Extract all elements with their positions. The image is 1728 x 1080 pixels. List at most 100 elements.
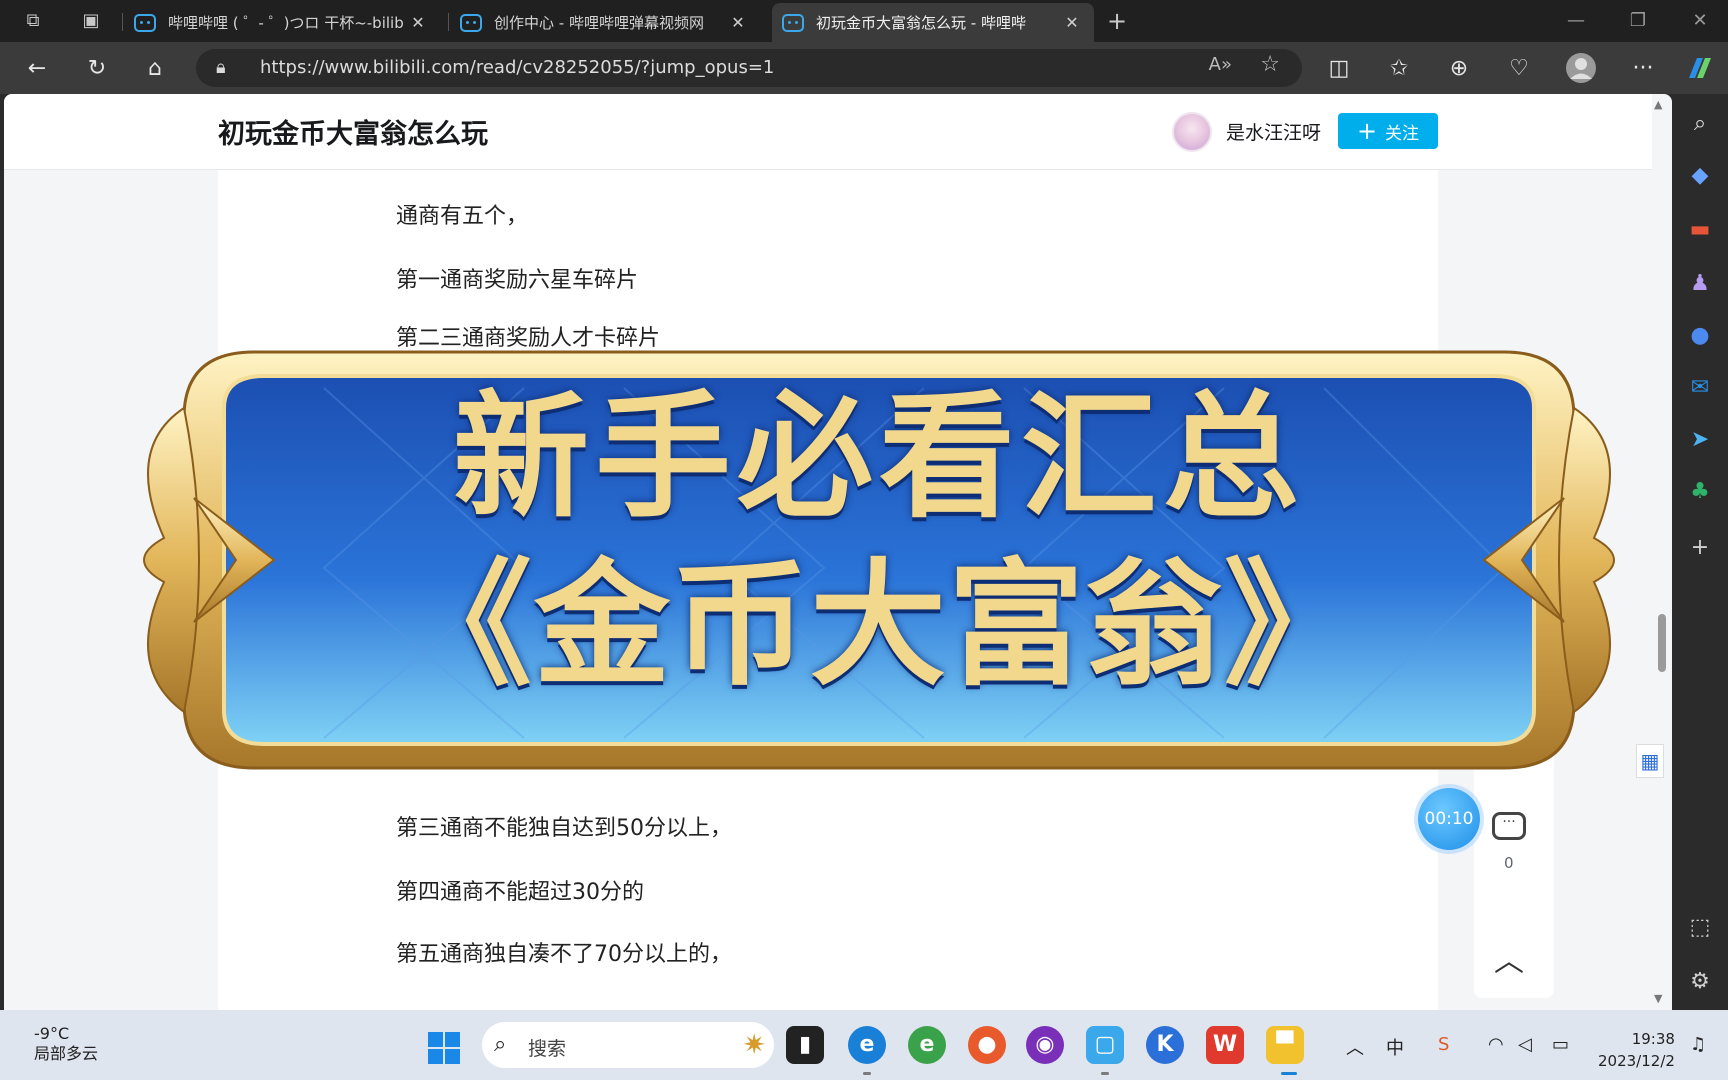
- qr-code-icon[interactable]: ▦: [1636, 744, 1664, 778]
- scroll-down-arrow[interactable]: ▼: [1654, 992, 1662, 1005]
- bilibili-tv-icon: [460, 13, 482, 32]
- close-icon[interactable]: ✕: [1060, 13, 1084, 32]
- windows-taskbar: -9°C 局部多云 ⌕ 搜索 ✷ ▮ e e ● ◉ ▢ K W ▀ ︿ 中 S…: [0, 1010, 1728, 1080]
- split-screen-icon[interactable]: ◫: [1322, 52, 1356, 86]
- tab-divider: [122, 13, 123, 31]
- home-icon[interactable]: ⌂: [138, 52, 172, 86]
- banner-line-1: 新手必看汇总: [453, 377, 1305, 537]
- back-icon[interactable]: ←: [20, 52, 54, 86]
- copilot-icon[interactable]: [1682, 52, 1716, 86]
- clock[interactable]: 19:38 2023/12/2: [1598, 1028, 1675, 1072]
- search-highlight-icon: ✷: [742, 1028, 766, 1061]
- tools-icon[interactable]: ▬: [1684, 214, 1716, 246]
- scroll-up-arrow[interactable]: ▲: [1654, 98, 1662, 111]
- paragraph: 第一通商奖励六星车碎片: [396, 268, 639, 293]
- microsoft-365-icon[interactable]: ●: [1684, 320, 1716, 352]
- taskbar-search[interactable]: ⌕ 搜索 ✷: [482, 1022, 774, 1068]
- battery-icon[interactable]: ▭: [1552, 1034, 1569, 1055]
- file-explorer-icon[interactable]: ▀: [1266, 1026, 1304, 1064]
- browser-essentials-icon[interactable]: ♡: [1502, 52, 1536, 86]
- bilibili-app-icon[interactable]: ▢: [1086, 1026, 1124, 1064]
- tab-creator-center[interactable]: 创作中心 - 哔哩哔哩弹幕视频网 ✕: [450, 3, 760, 42]
- edge-sidebar: ⌕ ◆ ▬ ♟ ● ✉ ➤ ♣ + ⬚ ⚙: [1672, 94, 1728, 1010]
- paragraph: 第四通商不能超过30分的: [396, 880, 644, 905]
- edge-browser-icon[interactable]: e: [848, 1026, 886, 1064]
- close-icon[interactable]: ✕: [726, 13, 750, 32]
- url-text[interactable]: https://www.bilibili.com/read/cv28252055…: [260, 49, 774, 87]
- bilibili-tv-icon: [782, 13, 804, 32]
- running-indicator: [1101, 1072, 1109, 1075]
- task-view-icon[interactable]: ▮: [786, 1026, 824, 1064]
- browser-tab-strip: ⧉ ▣ 哔哩哔哩 ( ゜- ゜)つロ 干杯~-bilib ✕ 创作中心 - 哔哩…: [0, 0, 1728, 42]
- minimize-icon[interactable]: —: [1556, 6, 1596, 36]
- plus-icon: +: [1356, 117, 1378, 145]
- workspaces-icon[interactable]: ⧉: [20, 8, 46, 34]
- article-title: 初玩金币大富翁怎么玩: [218, 119, 488, 150]
- chevron-up-icon[interactable]: ︿: [1346, 1034, 1364, 1060]
- ime-indicator[interactable]: 中: [1386, 1034, 1404, 1060]
- wifi-icon[interactable]: ◠: [1488, 1034, 1504, 1055]
- mask-app-icon[interactable]: ◉: [1026, 1026, 1064, 1064]
- tab-title: 初玩金币大富翁怎么玩 - 哔哩哔: [816, 14, 1026, 32]
- comment-icon[interactable]: ···: [1492, 812, 1526, 840]
- lock-icon[interactable]: 🔒︎: [216, 57, 226, 78]
- volume-icon[interactable]: ◁: [1518, 1034, 1532, 1055]
- restore-icon[interactable]: ❐: [1618, 6, 1658, 36]
- sogou-icon[interactable]: S: [1438, 1034, 1449, 1055]
- comment-count: 0: [1504, 854, 1514, 872]
- timer-badge[interactable]: 00:10: [1418, 788, 1480, 850]
- temperature: -9°C: [34, 1024, 70, 1043]
- search-icon: ⌕: [494, 1032, 507, 1057]
- search-placeholder: 搜索: [528, 1038, 567, 1060]
- author-name[interactable]: 是水汪汪呀: [1226, 118, 1321, 145]
- outlook-icon[interactable]: ✉: [1684, 372, 1716, 404]
- favorites-icon[interactable]: ✩: [1382, 52, 1416, 86]
- running-indicator: [1281, 1072, 1297, 1075]
- follow-label: 关注: [1385, 123, 1420, 144]
- read-aloud-icon[interactable]: A»: [1209, 54, 1232, 75]
- tab-actions-icon[interactable]: ▣: [78, 8, 104, 34]
- tab-divider: [448, 13, 449, 31]
- collections-icon[interactable]: ⊕: [1442, 52, 1476, 86]
- window-close-icon[interactable]: ✕: [1680, 6, 1720, 36]
- scrollbar-thumb[interactable]: [1658, 614, 1666, 672]
- bilibili-tv-icon: [134, 13, 156, 32]
- refresh-icon[interactable]: ↻: [80, 52, 114, 86]
- time: 19:38: [1631, 1030, 1675, 1048]
- favorite-star-icon[interactable]: ☆: [1260, 52, 1280, 77]
- k-app-icon[interactable]: K: [1146, 1026, 1184, 1064]
- running-indicator: [863, 1072, 871, 1075]
- telegram-icon[interactable]: ➤: [1684, 424, 1716, 456]
- avatar[interactable]: [1172, 112, 1212, 152]
- follow-button[interactable]: + 关注: [1338, 113, 1438, 149]
- ie-browser-icon[interactable]: e: [908, 1026, 946, 1064]
- tab-bilibili-home[interactable]: 哔哩哔哩 ( ゜- ゜)つロ 干杯~-bilib ✕: [124, 3, 440, 42]
- banner-line-2: 《金币大富翁》: [396, 545, 1362, 705]
- close-icon[interactable]: ✕: [406, 13, 430, 32]
- article-header: 初玩金币大富翁怎么玩 是水汪汪呀 + 关注: [4, 94, 1652, 170]
- games-icon[interactable]: ♟: [1684, 268, 1716, 300]
- settings-icon[interactable]: ⚙: [1684, 966, 1716, 998]
- paragraph: 通商有五个，: [396, 204, 529, 229]
- windows-start-icon[interactable]: [428, 1032, 460, 1064]
- tab-article-active[interactable]: 初玩金币大富翁怎么玩 - 哔哩哔 ✕: [772, 3, 1094, 42]
- screenshot-icon[interactable]: ⬚: [1684, 912, 1716, 944]
- browser-toolbar: ← ↻ ⌂ 🔒︎ https://www.bilibili.com/read/c…: [0, 42, 1728, 94]
- notification-bell-icon[interactable]: ♫: [1690, 1034, 1706, 1055]
- wps-icon[interactable]: W: [1206, 1026, 1244, 1064]
- address-bar[interactable]: 🔒︎ https://www.bilibili.com/read/cv28252…: [196, 49, 1302, 87]
- title-banner-overlay: 新手必看汇总 《金币大富翁》: [124, 348, 1634, 772]
- tree-icon[interactable]: ♣: [1684, 476, 1716, 508]
- new-tab-button[interactable]: +: [1104, 8, 1130, 34]
- tab-title: 哔哩哔哩 ( ゜- ゜)つロ 干杯~-bilib: [168, 14, 404, 32]
- paragraph: 第五通商独自凑不了70分以上的，: [396, 942, 732, 967]
- weather-widget[interactable]: -9°C 局部多云: [34, 1024, 98, 1064]
- date: 2023/12/2: [1598, 1052, 1675, 1070]
- more-menu-icon[interactable]: ···: [1626, 52, 1660, 86]
- search-icon[interactable]: ⌕: [1684, 108, 1716, 140]
- add-icon[interactable]: +: [1684, 532, 1716, 564]
- chevron-up-icon[interactable]: ︿: [1494, 936, 1524, 980]
- profile-avatar[interactable]: [1564, 52, 1598, 86]
- shopping-tag-icon[interactable]: ◆: [1684, 160, 1716, 192]
- firefox-icon[interactable]: ●: [968, 1026, 1006, 1064]
